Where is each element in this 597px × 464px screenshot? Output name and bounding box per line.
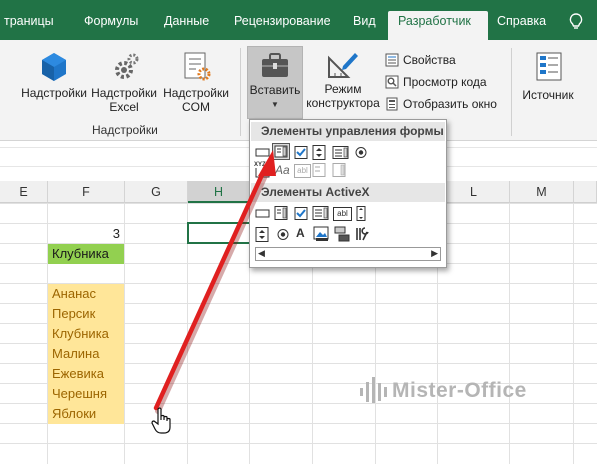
- group-box-control-icon[interactable]: XYZ: [254, 162, 272, 178]
- spin-button-control-icon[interactable]: [312, 145, 327, 160]
- view-code-icon: [385, 75, 399, 92]
- horizontal-scroll-bar[interactable]: ◀ ▶: [255, 247, 441, 261]
- xml-source-label: Источник: [522, 88, 574, 102]
- tab-help[interactable]: Справка: [497, 12, 546, 40]
- activex-controls-header: Элементы ActiveX: [251, 183, 445, 202]
- list-box-control-icon[interactable]: [332, 146, 349, 159]
- combo-list-edit-control-icon: [312, 163, 327, 177]
- activex-button-icon[interactable]: [255, 207, 270, 220]
- active-cell[interactable]: [187, 222, 251, 244]
- button-control-icon[interactable]: [255, 146, 270, 159]
- more-controls-icon[interactable]: [354, 226, 370, 242]
- com-addins-label-2: COM: [182, 100, 210, 114]
- combo-box-control-icon[interactable]: [272, 143, 290, 160]
- toolbox-icon: [260, 51, 290, 82]
- label-control-icon[interactable]: Aa: [275, 163, 290, 177]
- cell-f-value[interactable]: 3: [48, 224, 124, 244]
- properties-button[interactable]: Свойства: [385, 52, 493, 68]
- com-addins-label-1: Надстройки: [163, 86, 229, 100]
- fruit-cell[interactable]: Ананас: [48, 284, 124, 304]
- com-addins-button[interactable]: Надстройки COM: [163, 52, 229, 116]
- fruit-cell[interactable]: Черешня: [48, 384, 124, 404]
- tab-formulas[interactable]: Формулы: [84, 12, 138, 40]
- chevron-left-icon[interactable]: ◀: [258, 248, 265, 259]
- chevron-right-icon[interactable]: ▶: [431, 248, 438, 259]
- addins-icon: [40, 52, 68, 85]
- group-separator: [511, 48, 512, 136]
- column-header[interactable]: E: [0, 181, 48, 203]
- tab-review[interactable]: Рецензирование: [234, 12, 331, 40]
- view-code-button[interactable]: Просмотр кода: [385, 74, 493, 90]
- text-field-control-icon: abl: [294, 164, 311, 178]
- gear-icon: [112, 52, 140, 85]
- tab-view[interactable]: Вид: [353, 12, 376, 40]
- combo-drop-edit-control-icon: [332, 163, 347, 177]
- design-mode-icon: [325, 50, 359, 83]
- fruit-cell[interactable]: Ежевика: [48, 364, 124, 384]
- cell-f-selected-fruit[interactable]: Клубника: [48, 244, 124, 264]
- addins-label: Надстройки: [21, 86, 87, 100]
- column-header[interactable]: L: [438, 181, 510, 203]
- insert-controls-dropdown: Элементы управления формы XYZ Aa abl Эле…: [249, 119, 447, 268]
- column-header[interactable]: F: [48, 181, 125, 203]
- lightbulb-icon[interactable]: [569, 13, 583, 31]
- column-header[interactable]: G: [125, 181, 188, 203]
- form-controls-header: Элементы управления формы: [251, 122, 445, 141]
- activex-image-icon[interactable]: [313, 226, 330, 242]
- excel-addins-button[interactable]: Надстройки Excel: [91, 52, 157, 116]
- view-code-label: Просмотр кода: [403, 75, 487, 89]
- activex-toggle-button-icon[interactable]: [334, 226, 350, 242]
- design-mode-label-2: конструктора: [306, 96, 380, 110]
- watermark-text: Mister-Office: [392, 379, 527, 402]
- design-mode-button[interactable]: Режим конструктора: [305, 48, 381, 118]
- fruit-cell[interactable]: Яблоки: [48, 404, 124, 424]
- excel-addins-label-1: Надстройки: [91, 86, 157, 100]
- activex-scroll-bar-icon[interactable]: [354, 206, 369, 221]
- addins-button[interactable]: Надстройки: [21, 52, 87, 116]
- hand-cursor-icon: [151, 407, 173, 438]
- dialog-icon: [385, 97, 399, 114]
- insert-label: Вставить: [249, 83, 301, 97]
- activex-spin-icon[interactable]: [255, 227, 270, 242]
- chevron-down-icon: ▼: [271, 100, 279, 109]
- activex-label-icon[interactable]: A: [296, 226, 305, 240]
- ribbon-tab-bar: траницы Формулы Данные Рецензирование Ви…: [0, 0, 597, 40]
- xml-source-icon: [536, 52, 562, 85]
- tab-page-layout[interactable]: траницы: [4, 12, 54, 40]
- activex-option-button-icon[interactable]: [276, 228, 291, 241]
- column-header[interactable]: M: [510, 181, 574, 203]
- activex-checkbox-icon[interactable]: [294, 207, 309, 220]
- option-button-control-icon[interactable]: [354, 146, 369, 159]
- run-dialog-button[interactable]: Отобразить окно: [385, 96, 497, 112]
- tab-developer[interactable]: Разработчик: [388, 11, 488, 40]
- column-header: [574, 181, 597, 203]
- checkbox-control-icon[interactable]: [294, 146, 309, 159]
- grid-line: [0, 443, 597, 444]
- activex-text-box-icon[interactable]: abl: [333, 207, 352, 221]
- fruit-cell[interactable]: Клубника: [48, 324, 124, 344]
- column-header[interactable]: H: [188, 181, 250, 203]
- tab-data[interactable]: Данные: [164, 12, 209, 40]
- addins-group-label: Надстройки: [92, 123, 158, 137]
- properties-icon: [385, 53, 399, 70]
- properties-label: Свойства: [403, 53, 456, 67]
- design-mode-label-1: Режим: [324, 82, 362, 96]
- activex-list-box-icon[interactable]: [312, 206, 329, 220]
- com-addins-icon: [182, 52, 212, 85]
- run-dialog-label: Отобразить окно: [403, 97, 497, 111]
- fruit-cell[interactable]: Малина: [48, 344, 124, 364]
- activex-combo-box-icon[interactable]: [274, 206, 289, 220]
- fruit-cell[interactable]: Персик: [48, 304, 124, 324]
- excel-addins-label-2: Excel: [109, 100, 139, 114]
- xml-source-button[interactable]: Источник: [518, 50, 584, 112]
- group-separator: [240, 48, 241, 136]
- insert-controls-button[interactable]: Вставить ▼: [247, 46, 303, 119]
